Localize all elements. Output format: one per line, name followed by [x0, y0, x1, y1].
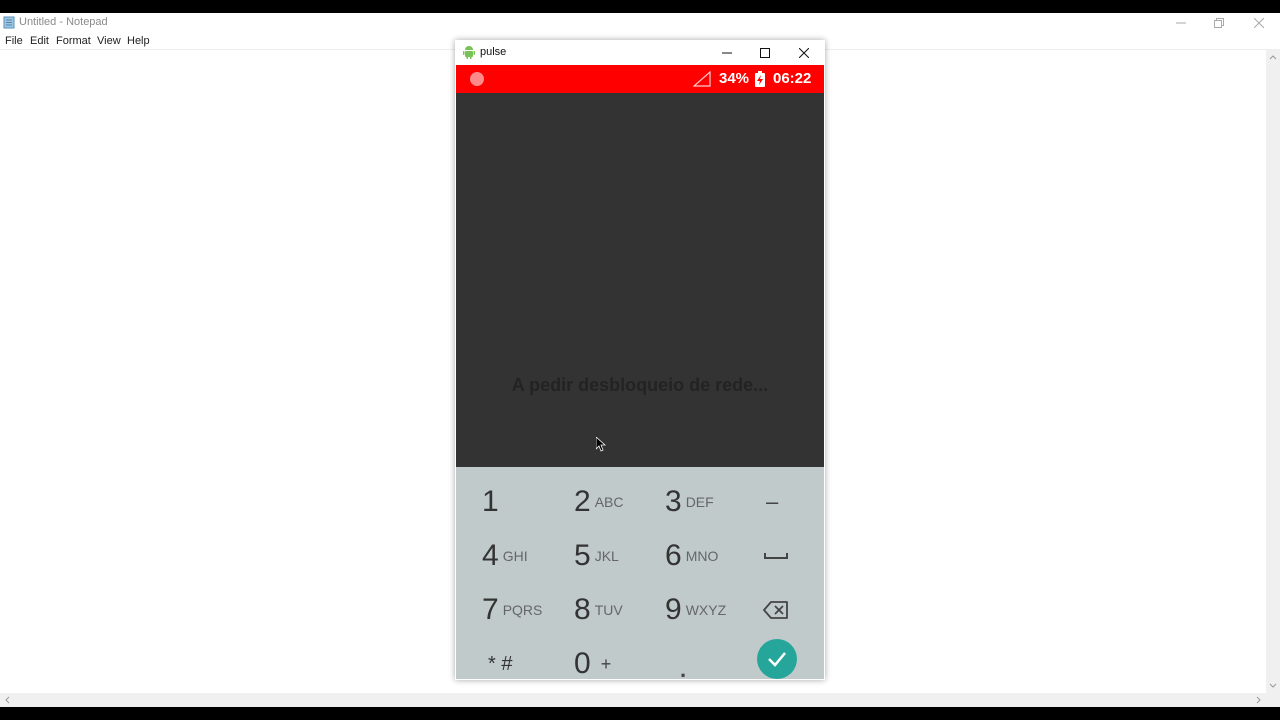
key-letters: WXYZ — [685, 602, 727, 618]
key-digit: 1 — [482, 485, 499, 518]
key-1[interactable]: 1 — [482, 475, 572, 529]
key-digit: 2 — [574, 485, 591, 518]
key-letters: ABC — [594, 494, 624, 510]
key-8[interactable]: 8 TUV — [574, 583, 664, 637]
key-period[interactable]: . — [680, 643, 720, 679]
emulator-maximize-button[interactable] — [746, 40, 784, 65]
key-letters: TUV — [594, 602, 623, 618]
scroll-left-icon[interactable] — [0, 693, 14, 707]
notepad-titlebar[interactable]: Untitled - Notepad — [0, 13, 1280, 33]
scroll-down-icon[interactable] — [1266, 679, 1280, 693]
key-3[interactable]: 3 DEF — [665, 475, 755, 529]
notepad-minimize-button[interactable] — [1162, 13, 1200, 33]
minimize-icon — [722, 52, 732, 53]
notepad-vertical-scrollbar[interactable] — [1266, 50, 1280, 693]
key-digit: 0 — [574, 647, 591, 679]
key-7[interactable]: 7 PQRS — [482, 583, 572, 637]
period-symbol: . — [680, 657, 687, 679]
key-backspace[interactable] — [763, 583, 803, 637]
key-letters: GHI — [502, 548, 528, 564]
menu-help[interactable]: Help — [127, 35, 150, 47]
unlock-content-area: A pedir desbloqueio de rede... — [456, 93, 824, 467]
emulator-title: pulse — [480, 46, 507, 58]
close-icon — [799, 47, 809, 58]
menu-format[interactable]: Format — [56, 35, 91, 47]
key-digit: 5 — [574, 539, 591, 572]
notepad-maximize-button[interactable] — [1200, 13, 1238, 33]
key-star-hash[interactable]: * # — [488, 637, 578, 679]
menu-edit[interactable]: Edit — [30, 35, 49, 47]
key-digit: 6 — [665, 539, 682, 572]
notepad-title: Untitled - Notepad — [19, 16, 108, 28]
desktop-screen: Untitled - Notepad File Edit Format View… — [0, 13, 1280, 707]
mouse-cursor-icon — [596, 437, 606, 452]
key-0[interactable]: 0 + — [574, 637, 664, 679]
menu-view[interactable]: View — [97, 35, 121, 47]
battery-percentage: 34% — [719, 70, 750, 87]
record-icon — [470, 72, 484, 86]
battery-charging-icon — [755, 71, 765, 87]
android-icon — [463, 46, 475, 59]
key-space[interactable] — [764, 529, 804, 583]
key-digit: 8 — [574, 593, 591, 626]
dialpad: 1 2 ABC 3 DEF – 4 GHI 5 JKL 6 MNO 7 PQRS… — [456, 467, 824, 679]
scroll-up-icon[interactable] — [1266, 50, 1280, 64]
menu-file[interactable]: File — [5, 35, 23, 47]
restore-icon — [1214, 18, 1224, 28]
key-letters: + — [600, 653, 612, 674]
scroll-right-icon[interactable] — [1252, 693, 1266, 707]
star-hash-symbol: * # — [488, 652, 513, 675]
key-letters: DEF — [685, 494, 714, 510]
key-dash[interactable]: – — [766, 475, 806, 529]
key-digit: 9 — [665, 593, 682, 626]
notepad-icon — [3, 16, 15, 29]
maximize-icon — [760, 47, 770, 58]
backspace-icon — [763, 601, 788, 619]
scrollbar-corner — [1266, 693, 1280, 707]
notepad-close-button[interactable] — [1240, 13, 1278, 33]
emulator-titlebar[interactable]: pulse — [455, 40, 825, 65]
key-digit: 3 — [665, 485, 682, 518]
key-6[interactable]: 6 MNO — [665, 529, 755, 583]
key-digit: 7 — [482, 593, 499, 626]
key-4[interactable]: 4 GHI — [482, 529, 572, 583]
key-letters: JKL — [594, 548, 619, 564]
key-5[interactable]: 5 JKL — [574, 529, 664, 583]
key-letters: MNO — [685, 548, 719, 564]
status-clock: 06:22 — [773, 70, 812, 87]
emulator-minimize-button[interactable] — [708, 40, 746, 65]
minimize-icon — [1176, 22, 1186, 24]
signal-icon — [693, 71, 711, 87]
android-screen[interactable]: 34% 06:22 A pedir desbloqueio de rede...… — [456, 65, 824, 679]
check-icon — [768, 652, 786, 667]
emulator-close-button[interactable] — [785, 40, 823, 65]
network-unlock-message: A pedir desbloqueio de rede... — [511, 375, 769, 395]
emulator-window: pulse 34% 06:22 A pedir desbloqueio de r… — [455, 40, 825, 680]
key-letters: PQRS — [502, 602, 543, 618]
space-icon — [764, 553, 788, 559]
key-digit: 4 — [482, 539, 499, 572]
key-9[interactable]: 9 WXYZ — [665, 583, 755, 637]
confirm-button[interactable] — [757, 639, 797, 679]
close-icon — [1254, 18, 1264, 28]
android-status-bar: 34% 06:22 — [456, 65, 824, 93]
key-2[interactable]: 2 ABC — [574, 475, 664, 529]
dash-symbol: – — [766, 489, 779, 514]
notepad-horizontal-scrollbar[interactable] — [0, 693, 1266, 707]
